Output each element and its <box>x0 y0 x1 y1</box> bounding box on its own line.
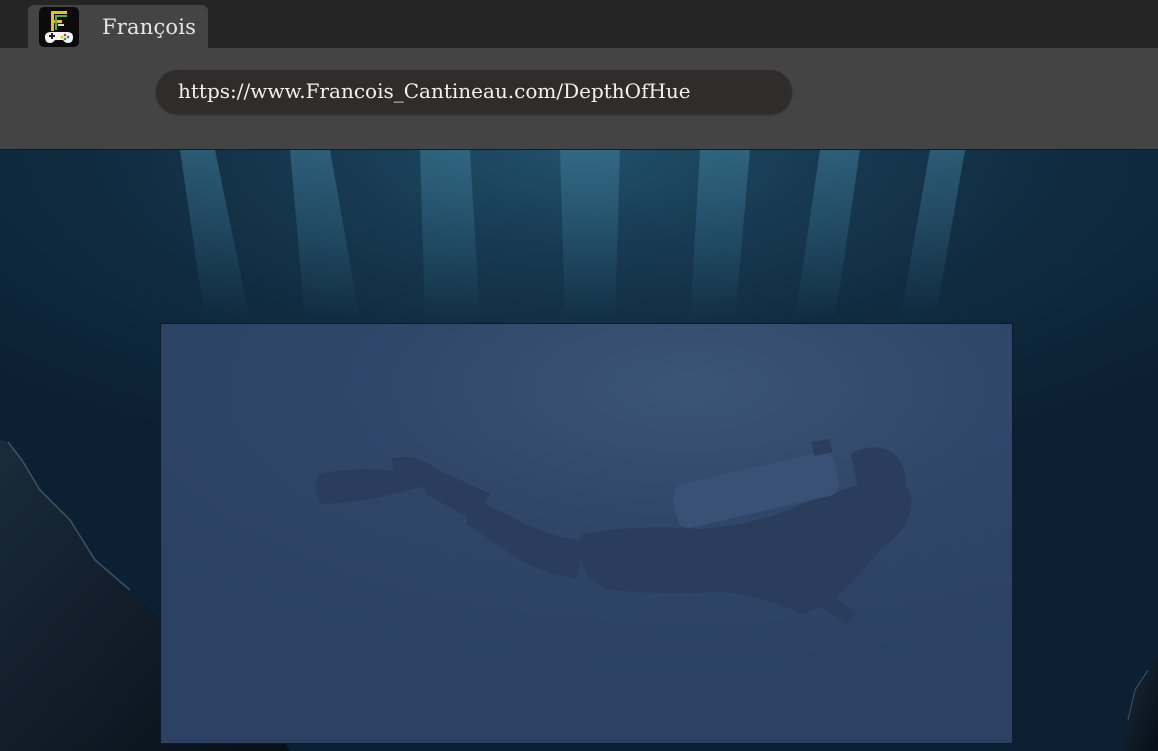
tab-title: François <box>102 15 197 39</box>
light-ray <box>180 150 250 320</box>
light-ray <box>560 150 620 320</box>
right-rock <box>1122 650 1158 751</box>
address-bar[interactable]: https://www.Francois_Cantineau.com/Depth… <box>156 70 792 114</box>
light-ray <box>795 150 860 320</box>
browser-toolbar: https://www.Francois_Cantineau.com/Depth… <box>0 48 1158 149</box>
light-ray <box>290 150 360 320</box>
image-panel <box>160 323 1013 744</box>
light-ray <box>900 150 965 320</box>
browser-tab[interactable]: François <box>28 5 208 48</box>
page-viewport <box>0 149 1158 751</box>
tab-strip: François <box>0 0 1158 48</box>
game-controller-logo-icon <box>39 7 79 47</box>
address-url[interactable]: https://www.Francois_Cantineau.com/Depth… <box>178 79 691 103</box>
light-ray <box>690 150 750 320</box>
light-ray <box>420 150 480 320</box>
scuba-diver-silhouette <box>315 439 912 624</box>
